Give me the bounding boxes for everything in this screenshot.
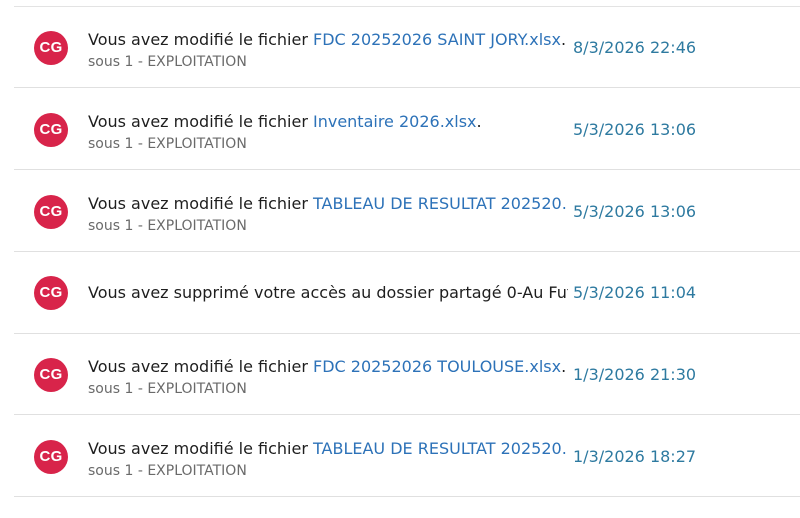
- activity-description: Vous avez modifié le fichier Inventaire …: [88, 112, 568, 132]
- file-link[interactable]: Inventaire 2026.xlsx: [313, 112, 477, 131]
- activity-row[interactable]: CG Vous avez modifié le fichier TABLEAU …: [0, 171, 800, 252]
- user-avatar[interactable]: CG: [34, 31, 68, 65]
- activity-location: sous 1 - EXPLOITATION: [88, 463, 247, 479]
- activity-action-text: Vous avez modifié le fichier: [88, 30, 313, 49]
- activity-location: sous 1 - EXPLOITATION: [88, 381, 247, 397]
- activity-row[interactable]: CG Vous avez supprimé votre accès au dos…: [0, 253, 800, 334]
- file-link[interactable]: FDC 20252026 SAINT JORY.xlsx: [313, 30, 561, 49]
- activity-action-text: Vous avez modifié le fichier: [88, 112, 313, 131]
- activity-location: sous 1 - EXPLOITATION: [88, 54, 247, 70]
- divider: [14, 251, 800, 252]
- activity-row[interactable]: CG Vous avez modifié le fichier FDC 2025…: [0, 334, 800, 415]
- activity-timestamp: 5/3/2026 13:06: [573, 202, 697, 221]
- activity-location: sous 1 - EXPLOITATION: [88, 218, 247, 234]
- activity-timestamp: 5/3/2026 11:04: [573, 283, 697, 302]
- activity-description: Vous avez modifié le fichier FDC 2025202…: [88, 30, 568, 50]
- activity-action-text: Vous avez modifié le fichier: [88, 194, 313, 213]
- activity-suffix: .: [560, 30, 567, 49]
- activity-content: Vous avez modifié le fichier FDC 2025202…: [88, 357, 568, 398]
- divider: [14, 496, 800, 497]
- activity-action-text: Vous avez supprimé votre accès au dossie…: [88, 283, 568, 302]
- file-link[interactable]: TABLEAU DE RESULTAT 202520...: [313, 194, 568, 213]
- activity-row[interactable]: CG Vous avez modifié le fichier TABLEAU …: [0, 416, 800, 497]
- activity-timestamp: 1/3/2026 21:30: [573, 365, 697, 384]
- file-link[interactable]: FDC 20252026 TOULOUSE.xlsx: [313, 357, 561, 376]
- activity-action-text: Vous avez modifié le fichier: [88, 439, 313, 458]
- divider: [14, 87, 800, 88]
- user-avatar[interactable]: CG: [34, 195, 68, 229]
- activity-row[interactable]: CG Vous avez modifié le fichier FDC 2025…: [0, 7, 800, 88]
- activity-timestamp: 8/3/2026 22:46: [573, 38, 697, 57]
- divider: [14, 414, 800, 415]
- file-link[interactable]: TABLEAU DE RESULTAT 202520...: [313, 439, 568, 458]
- activity-description: Vous avez modifié le fichier TABLEAU DE …: [88, 194, 568, 214]
- activity-timestamp: 5/3/2026 13:06: [573, 120, 697, 139]
- activity-action-text: Vous avez modifié le fichier: [88, 357, 313, 376]
- activity-content: Vous avez modifié le fichier FDC 2025202…: [88, 30, 568, 71]
- activity-content: Vous avez modifié le fichier TABLEAU DE …: [88, 439, 568, 480]
- activity-description: Vous avez modifié le fichier TABLEAU DE …: [88, 439, 568, 459]
- user-avatar[interactable]: CG: [34, 113, 68, 147]
- activity-location: sous 1 - EXPLOITATION: [88, 136, 247, 152]
- activity-suffix: .: [476, 112, 482, 131]
- user-avatar[interactable]: CG: [34, 276, 68, 310]
- activity-suffix: .: [561, 357, 567, 376]
- activity-content: Vous avez modifié le fichier TABLEAU DE …: [88, 194, 568, 235]
- activity-row[interactable]: CG Vous avez modifié le fichier Inventai…: [0, 89, 800, 170]
- activity-content: Vous avez supprimé votre accès au dossie…: [88, 283, 568, 307]
- user-avatar[interactable]: CG: [34, 440, 68, 474]
- user-avatar[interactable]: CG: [34, 358, 68, 392]
- divider: [14, 169, 800, 170]
- activity-description: Vous avez supprimé votre accès au dossie…: [88, 283, 568, 303]
- activity-description: Vous avez modifié le fichier FDC 2025202…: [88, 357, 568, 377]
- activity-timestamp: 1/3/2026 18:27: [573, 447, 697, 466]
- activity-content: Vous avez modifié le fichier Inventaire …: [88, 112, 568, 153]
